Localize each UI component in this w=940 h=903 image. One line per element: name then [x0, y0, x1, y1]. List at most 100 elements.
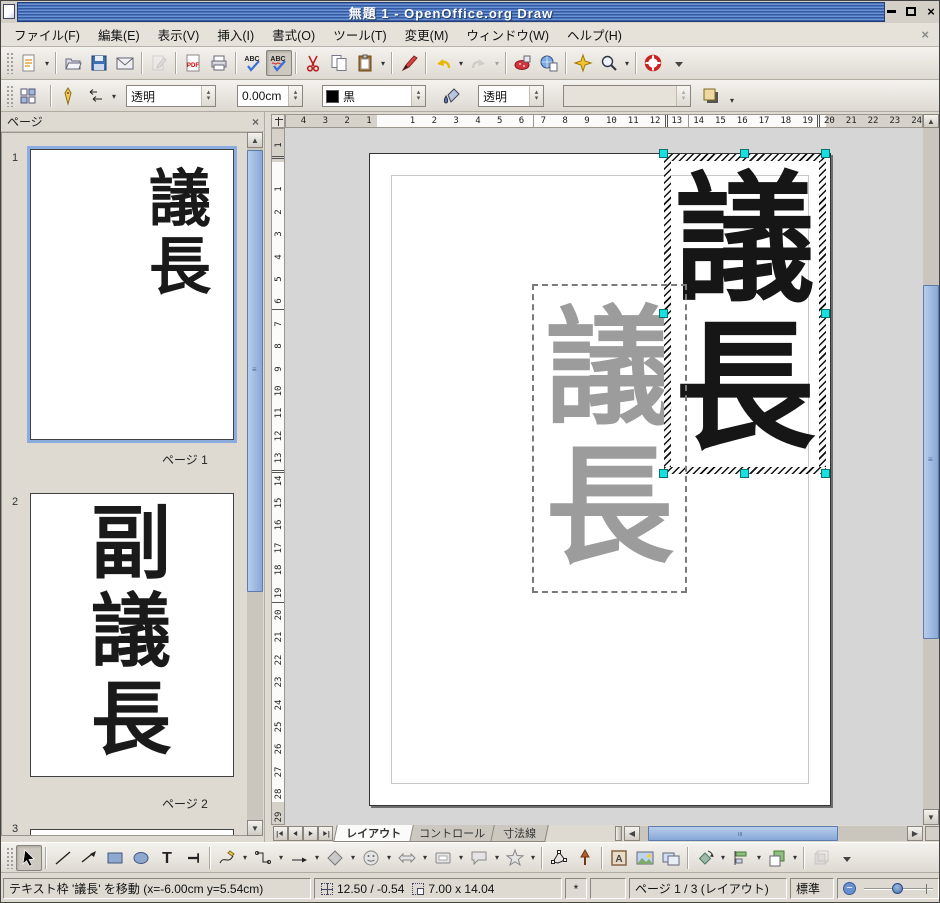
- paste-dropdown-arrow[interactable]: ▾: [378, 59, 388, 68]
- fontwork-button[interactable]: A: [606, 845, 632, 871]
- menu-item-9[interactable]: ヘルプ(H): [558, 23, 631, 46]
- scroll-up-icon[interactable]: ▲: [247, 132, 263, 148]
- selection-handle[interactable]: [821, 469, 830, 478]
- callouts-dropdown-arrow[interactable]: ▾: [492, 853, 502, 862]
- shadow-button[interactable]: [698, 83, 724, 109]
- line-color-combo[interactable]: 黒 ▴▾: [322, 85, 426, 107]
- close-button[interactable]: ×: [923, 3, 939, 19]
- view-tab-2[interactable]: コントロール: [406, 825, 498, 842]
- spellcheck-button[interactable]: ABC: [240, 50, 266, 76]
- tab-last-icon[interactable]: [318, 826, 333, 841]
- ellipse-button[interactable]: [128, 845, 154, 871]
- zoom-slider-thumb[interactable]: [892, 883, 903, 894]
- toolbar-overflow-button[interactable]: [834, 845, 860, 871]
- glue-points-button[interactable]: [572, 845, 598, 871]
- horizontal-ruler[interactable]: 4321123456789101112131415161718192021222…: [285, 114, 923, 128]
- paste-button[interactable]: [352, 50, 378, 76]
- toolbar-grip[interactable]: [6, 847, 13, 869]
- scrollbar-thumb[interactable]: ≡: [247, 150, 263, 592]
- stars-dropdown-arrow[interactable]: ▾: [528, 853, 538, 862]
- maximize-button[interactable]: [903, 3, 919, 19]
- line-dialog-button[interactable]: [55, 83, 81, 109]
- pages-panel-scrollbar[interactable]: ▲ ▼ ≡: [247, 132, 263, 836]
- edit-points-button[interactable]: [546, 845, 572, 871]
- new-document-button[interactable]: [16, 50, 42, 76]
- gallery-images-button[interactable]: [658, 845, 684, 871]
- rotate-button[interactable]: [692, 845, 718, 871]
- tab-first-icon[interactable]: [273, 826, 288, 841]
- arrange-dropdown-arrow[interactable]: ▾: [790, 853, 800, 862]
- stars-button[interactable]: [502, 845, 528, 871]
- navigator-button[interactable]: [570, 50, 596, 76]
- zoom-slider[interactable]: [864, 888, 933, 890]
- clone-formatting-button[interactable]: [396, 50, 422, 76]
- line-style-spinner[interactable]: ▴▾: [201, 86, 215, 106]
- cut-button[interactable]: [300, 50, 326, 76]
- undo-button[interactable]: [430, 50, 456, 76]
- select-button[interactable]: [16, 845, 42, 871]
- scroll-left-icon[interactable]: ◀: [624, 826, 640, 841]
- alignment-dropdown-arrow[interactable]: ▾: [754, 853, 764, 862]
- curve-button[interactable]: [214, 845, 240, 871]
- arrow-style-dropdown[interactable]: ▾: [109, 92, 119, 101]
- menu-item-5[interactable]: 書式(O): [263, 23, 324, 46]
- connector-button[interactable]: [250, 845, 276, 871]
- snap-grid-button[interactable]: [15, 83, 41, 109]
- zoom-out-icon[interactable]: −: [843, 882, 856, 895]
- line-style-combo[interactable]: 透明 ▴▾: [126, 85, 216, 107]
- help-button[interactable]: [640, 50, 666, 76]
- copy-button[interactable]: [326, 50, 352, 76]
- menu-item-6[interactable]: ツール(T): [324, 23, 395, 46]
- line-width-spinbox[interactable]: 0.00cm ▴▾: [237, 85, 303, 107]
- gallery-button[interactable]: [510, 50, 536, 76]
- symbol-shapes-dropdown-arrow[interactable]: ▾: [384, 853, 394, 862]
- open-button[interactable]: [60, 50, 86, 76]
- scroll-right-icon[interactable]: ▶: [907, 826, 923, 841]
- menu-item-8[interactable]: ウィンドウ(W): [457, 23, 558, 46]
- arrow-end-button[interactable]: [76, 845, 102, 871]
- scroll-up-icon[interactable]: ▲: [923, 114, 939, 128]
- ruler-origin-corner[interactable]: [271, 114, 285, 128]
- rotate-dropdown-arrow[interactable]: ▾: [718, 853, 728, 862]
- from-file-button[interactable]: [632, 845, 658, 871]
- toolbar-grip[interactable]: [6, 52, 13, 74]
- menu-item-3[interactable]: 表示(V): [149, 23, 209, 46]
- menu-item-1[interactable]: ファイル(F): [5, 23, 89, 46]
- flowchart-dropdown-arrow[interactable]: ▾: [456, 853, 466, 862]
- selection-handle[interactable]: [821, 149, 830, 158]
- document-close-icon[interactable]: ×: [921, 27, 937, 42]
- auto-spellcheck-button[interactable]: ABC: [266, 50, 292, 76]
- basic-shapes-dropdown-arrow[interactable]: ▾: [348, 853, 358, 862]
- flowchart-button[interactable]: [430, 845, 456, 871]
- print-button[interactable]: [206, 50, 232, 76]
- drawing-canvas[interactable]: 議長 議長: [285, 128, 923, 825]
- titlebar[interactable]: 無題 1 - OpenOffice.org Draw ×: [1, 1, 940, 23]
- vertical-scrollbar[interactable]: ≡ ▼: [923, 128, 939, 825]
- line-color-spinner[interactable]: ▴▾: [411, 86, 425, 106]
- page-thumbnail-2[interactable]: 副議長: [30, 493, 234, 777]
- alignment-button[interactable]: [728, 845, 754, 871]
- send-email-button[interactable]: [112, 50, 138, 76]
- rectangle-button[interactable]: [102, 845, 128, 871]
- tab-next-icon[interactable]: [303, 826, 318, 841]
- menu-item-2[interactable]: 編集(E): [89, 23, 149, 46]
- lines-arrows-dropdown-arrow[interactable]: ▾: [312, 853, 322, 862]
- selection-handle[interactable]: [659, 149, 668, 158]
- callouts-button[interactable]: [466, 845, 492, 871]
- curve-dropdown-arrow[interactable]: ▾: [240, 853, 250, 862]
- text-button[interactable]: T: [154, 845, 180, 871]
- page-thumbnail-1[interactable]: 議長: [30, 149, 234, 440]
- new-document-dropdown-arrow[interactable]: ▾: [42, 59, 52, 68]
- lines-arrows-button[interactable]: [286, 845, 312, 871]
- minimize-button[interactable]: [883, 3, 899, 19]
- page-info[interactable]: ページ 1 / 3 (レイアウト): [629, 878, 787, 899]
- selection-frame[interactable]: [664, 154, 826, 474]
- scroll-down-icon[interactable]: ▼: [247, 820, 263, 836]
- toolbar-grip[interactable]: [6, 85, 13, 107]
- page-style[interactable]: 標準: [790, 878, 834, 899]
- scrollbar-thumb[interactable]: ≡: [648, 826, 838, 841]
- toolbar-overflow-dropdown[interactable]: ▾: [727, 96, 737, 105]
- connector-dropdown-arrow[interactable]: ▾: [276, 853, 286, 862]
- line-button[interactable]: [50, 845, 76, 871]
- basic-shapes-button[interactable]: [322, 845, 348, 871]
